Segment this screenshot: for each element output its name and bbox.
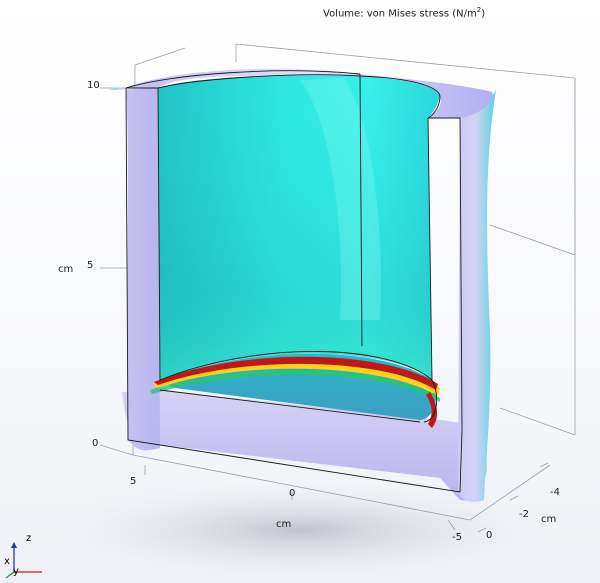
triad-z-label: z	[26, 533, 32, 544]
x-tick-0: 0	[289, 488, 296, 499]
axis-triad: z x y	[4, 532, 48, 580]
y-axis-label: cm	[541, 514, 557, 525]
z-tick-10: 10	[87, 80, 100, 91]
graphics-viewport[interactable]: Volume: von Mises stress (N/m2) 10 5 0 c…	[0, 0, 600, 583]
z-axis-label: cm	[58, 264, 74, 275]
x-axis-label: cm	[276, 519, 292, 530]
y-tick-neg2: -2	[519, 509, 529, 520]
z-tick-5: 5	[87, 260, 94, 271]
triad-x-label: x	[4, 556, 10, 567]
z-tick-0: 0	[92, 438, 99, 449]
y-tick-0: 0	[486, 530, 493, 541]
left-wall	[108, 87, 160, 451]
x-tick-5: 5	[130, 476, 137, 487]
y-tick-neg4: -4	[550, 487, 560, 498]
triad-y-label: y	[13, 566, 19, 577]
x-tick-neg5: -5	[452, 532, 462, 543]
